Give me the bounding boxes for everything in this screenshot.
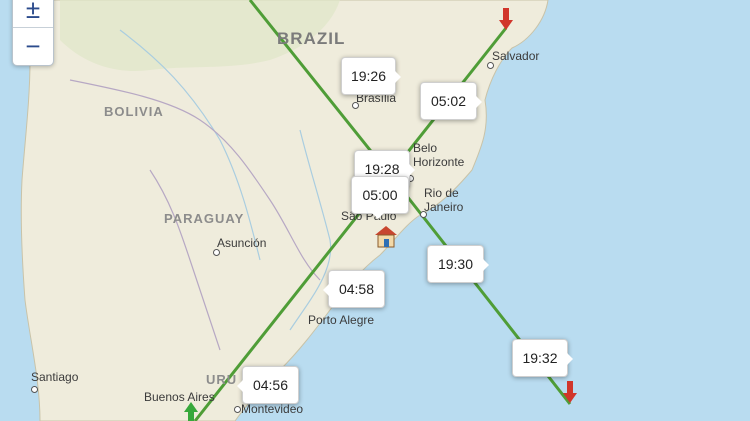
time-label[interactable]: 19:32 [512,339,573,377]
city-label-salvador: Salvador [492,49,540,63]
city-label-montevideo: Montevideo [241,402,304,416]
country-label-bolivia: BOLIVIA [104,104,164,119]
city-dot [487,62,494,69]
city-label-santiago: Santiago [31,370,79,384]
country-label-paraguay: PARAGUAY [164,211,245,226]
time-label[interactable]: 04:58 [323,270,385,308]
city-dot [234,406,241,413]
time-label[interactable]: 04:56 [237,366,299,404]
city-dot [31,386,38,393]
time-label[interactable]: 05:00 [351,176,409,219]
city-label-buenos-aires: Buenos Aires [144,390,215,404]
city-label-porto-alegre: Porto Alegre [308,313,375,327]
city-label-asuncion: Asunción [217,236,267,250]
city-label-belo-horizonte: Belo Horizonte [413,141,465,169]
zoom-in-button[interactable]: ± [13,0,53,28]
zoom-control: ± − [12,0,54,66]
time-label[interactable]: 19:26 [341,57,401,95]
city-label-rio-de-janeiro: Rio de Janeiro [424,186,464,214]
city-dot [213,249,220,256]
country-label-brazil: BRAZIL [277,29,346,48]
zoom-out-button[interactable]: − [13,28,53,64]
time-label[interactable]: 19:30 [427,245,489,283]
time-label[interactable]: 05:02 [420,82,482,120]
